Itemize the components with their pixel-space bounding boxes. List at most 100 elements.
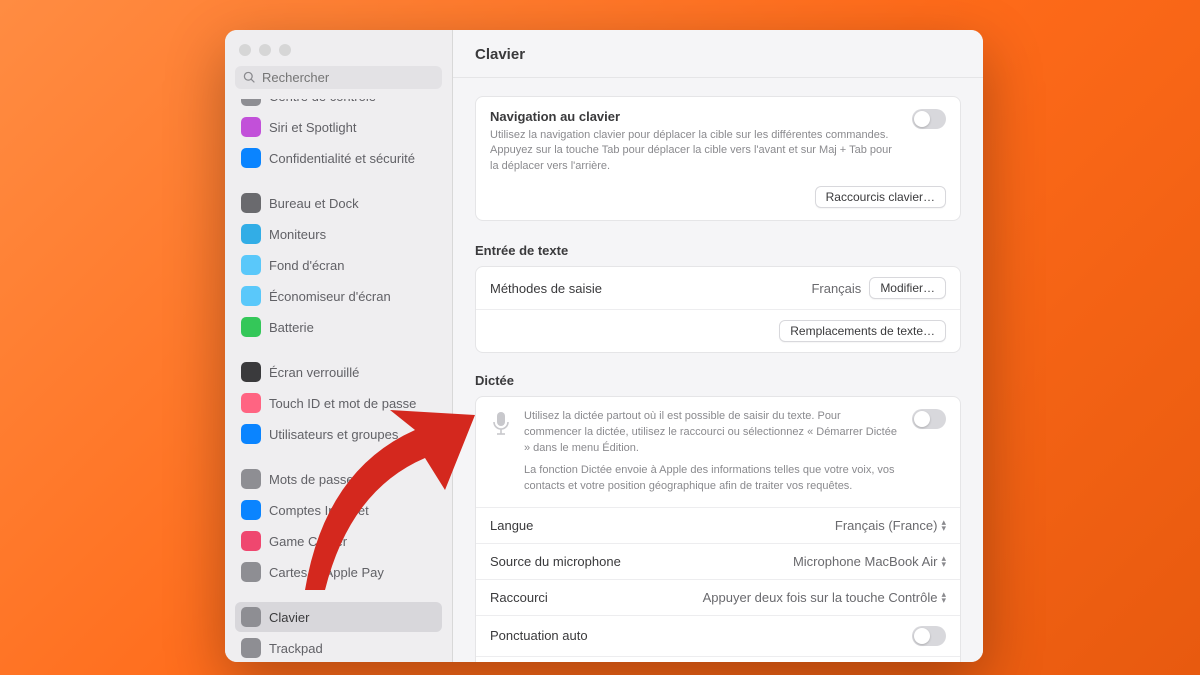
search-field[interactable] [235, 66, 442, 89]
sidebar-item-icon [241, 99, 261, 106]
sidebar: Centre de contrôle Siri et Spotlight Confi… [225, 30, 453, 662]
main-panel: Clavier Navigation au clavier Utilisez l… [453, 30, 983, 662]
keyboard-nav-card: Navigation au clavier Utilisez la naviga… [475, 96, 961, 221]
dictation-language-row[interactable]: Langue Français (France) ▴▾ [476, 508, 960, 544]
sidebar-item-label: Batterie [269, 320, 314, 335]
dictation-language-value[interactable]: Français (France) ▴▾ [835, 518, 946, 533]
mic-source-value[interactable]: Microphone MacBook Air ▴▾ [793, 554, 946, 569]
keyboard-nav-title: Navigation au clavier [490, 109, 900, 124]
sidebar-item[interactable]: Utilisateurs et groupes [235, 419, 442, 449]
sidebar-item-icon [241, 117, 261, 137]
sidebar-item[interactable]: Game Center [235, 526, 442, 556]
mic-source-row[interactable]: Source du microphone Microphone MacBook … [476, 544, 960, 580]
text-entry-card: Méthodes de saisie Français Modifier… Re… [475, 266, 961, 353]
sidebar-item-label: Clavier [269, 610, 309, 625]
search-icon [243, 71, 256, 84]
dictation-privacy-row: Dictée et confidentialité… [476, 657, 960, 662]
auto-punctuation-label: Ponctuation auto [490, 628, 588, 643]
sidebar-item-label: Touch ID et mot de passe [269, 396, 416, 411]
sidebar-item[interactable]: Siri et Spotlight [235, 112, 442, 142]
sidebar-item-icon [241, 255, 261, 275]
zoom-icon[interactable] [279, 44, 291, 56]
auto-punctuation-toggle[interactable] [912, 626, 946, 646]
sidebar-item[interactable]: Écran verrouillé [235, 357, 442, 387]
sidebar-item[interactable]: Cartes et Apple Pay [235, 557, 442, 587]
sidebar-item-icon [241, 193, 261, 213]
sidebar-item-label: Game Center [269, 534, 347, 549]
sidebar-item[interactable]: Trackpad [235, 633, 442, 662]
sidebar-item-label: Comptes Internet [269, 503, 369, 518]
sidebar-item-icon [241, 531, 261, 551]
text-replacements-button[interactable]: Remplacements de texte… [779, 320, 946, 342]
dictation-desc-1: Utilisez la dictée partout où il est pos… [524, 409, 900, 457]
sidebar-item-label: Bureau et Dock [269, 196, 359, 211]
sidebar-item[interactable]: Mots de passe [235, 464, 442, 494]
mic-source-label: Source du microphone [490, 554, 621, 569]
sidebar-list[interactable]: Centre de contrôle Siri et Spotlight Confi… [225, 99, 452, 662]
sidebar-item-label: Mots de passe [269, 472, 354, 487]
auto-punctuation-row: Ponctuation auto [476, 616, 960, 657]
text-replacements-row: Remplacements de texte… [476, 310, 960, 352]
chevron-updown-icon: ▴▾ [941, 519, 946, 532]
page-title: Clavier [453, 30, 983, 78]
sidebar-item-icon [241, 393, 261, 413]
dictation-shortcut-row[interactable]: Raccourci Appuyer deux fois sur la touch… [476, 580, 960, 616]
dictation-card: Utilisez la dictée partout où il est pos… [475, 396, 961, 662]
dictation-shortcut-value[interactable]: Appuyer deux fois sur la touche Contrôle… [703, 590, 946, 605]
sidebar-item-label: Cartes et Apple Pay [269, 565, 384, 580]
sidebar-item-icon [241, 317, 261, 337]
sidebar-item-icon [241, 469, 261, 489]
sidebar-item[interactable]: Centre de contrôle [235, 99, 442, 111]
window-controls[interactable] [225, 30, 452, 66]
text-entry-title: Entrée de texte [475, 243, 961, 258]
dictation-desc-2: La fonction Dictée envoie à Apple des in… [524, 463, 900, 495]
input-methods-value: Français [811, 281, 861, 296]
keyboard-shortcuts-button[interactable]: Raccourcis clavier… [815, 186, 946, 208]
modify-button[interactable]: Modifier… [869, 277, 946, 299]
main-body[interactable]: Navigation au clavier Utilisez la naviga… [453, 78, 983, 662]
dictation-info-row: Utilisez la dictée partout où il est pos… [476, 397, 960, 508]
sidebar-item[interactable]: Fond d'écran [235, 250, 442, 280]
sidebar-item-label: Utilisateurs et groupes [269, 427, 398, 442]
sidebar-item-label: Moniteurs [269, 227, 326, 242]
sidebar-item[interactable]: Batterie [235, 312, 442, 342]
sidebar-item-icon [241, 638, 261, 658]
chevron-updown-icon: ▴▾ [941, 591, 946, 604]
sidebar-item-label: Écran verrouillé [269, 365, 359, 380]
settings-window: Centre de contrôle Siri et Spotlight Confi… [225, 30, 983, 662]
sidebar-item[interactable]: Confidentialité et sécurité [235, 143, 442, 173]
sidebar-item-label: Centre de contrôle [269, 99, 376, 104]
input-methods-label: Méthodes de saisie [490, 281, 602, 296]
close-icon[interactable] [239, 44, 251, 56]
sidebar-item-icon [241, 148, 261, 168]
sidebar-item-label: Confidentialité et sécurité [269, 151, 415, 166]
sidebar-item-icon [241, 500, 261, 520]
keyboard-nav-desc: Utilisez la navigation clavier pour dépl… [490, 128, 900, 174]
sidebar-item[interactable]: Économiseur d'écran [235, 281, 442, 311]
sidebar-item-icon [241, 562, 261, 582]
sidebar-item-icon [241, 424, 261, 444]
chevron-updown-icon: ▴▾ [941, 555, 946, 568]
sidebar-item-label: Économiseur d'écran [269, 289, 391, 304]
sidebar-item-label: Trackpad [269, 641, 323, 656]
dictation-toggle[interactable] [912, 409, 946, 429]
sidebar-item-label: Fond d'écran [269, 258, 344, 273]
sidebar-item-label: Siri et Spotlight [269, 120, 356, 135]
dictation-title: Dictée [475, 373, 961, 388]
input-methods-row: Méthodes de saisie Français Modifier… [476, 267, 960, 310]
sidebar-item[interactable]: Moniteurs [235, 219, 442, 249]
sidebar-item-icon [241, 286, 261, 306]
sidebar-item[interactable]: Touch ID et mot de passe [235, 388, 442, 418]
dictation-language-label: Langue [490, 518, 533, 533]
keyboard-nav-toggle[interactable] [912, 109, 946, 129]
minimize-icon[interactable] [259, 44, 271, 56]
sidebar-item-icon [241, 224, 261, 244]
sidebar-item[interactable]: Bureau et Dock [235, 188, 442, 218]
sidebar-item[interactable]: Clavier [235, 602, 442, 632]
sidebar-item-icon [241, 362, 261, 382]
sidebar-item[interactable]: Comptes Internet [235, 495, 442, 525]
search-input[interactable] [262, 70, 434, 85]
sidebar-item-icon [241, 607, 261, 627]
microphone-icon [490, 409, 512, 439]
dictation-shortcut-label: Raccourci [490, 590, 548, 605]
